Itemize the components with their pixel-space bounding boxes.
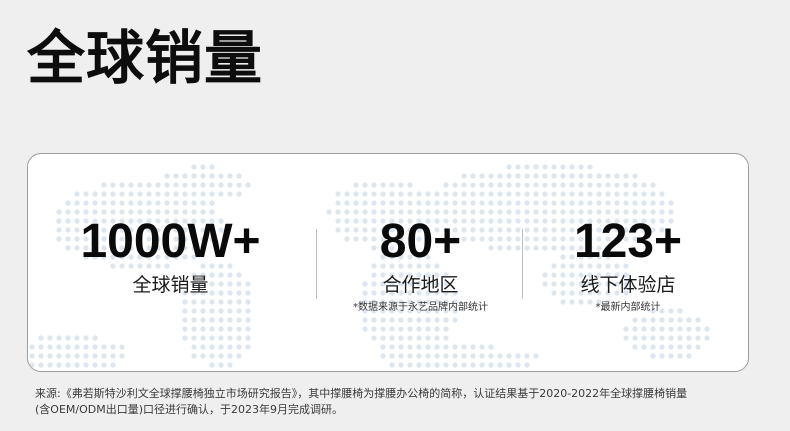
stats-card: 1000W+ 全球销量 80+ 合作地区 *数据来源于永艺品牌内部统计 123+… [27,153,749,372]
page: 全球销量 1000W+ 全球销量 80+ 合作地区 *数据来源于永艺品牌内部统计… [0,0,790,431]
divider [522,229,523,299]
footnote-line: (含OEM/ODM出口量)口径进行确认，于2023年9月完成调研。 [35,403,343,416]
stat-value: 1000W+ [80,215,261,268]
stat-regions: 80+ 合作地区 *数据来源于永艺品牌内部统计 [328,212,513,315]
divider [316,229,317,299]
source-footnote: 来源:《弗若斯特沙利文全球撑腰椅独立市场研究报告》，其中撑腰椅为撑腰办公椅的简称… [35,386,770,418]
stat-global-sales: 1000W+ 全球销量 [68,212,273,297]
stat-stores: 123+ 线下体验店 *最新内部统计 [538,212,718,315]
page-title: 全球销量 [27,24,264,92]
stat-label: 合作地区 [382,274,459,296]
stat-note: *最新内部统计 [595,302,661,313]
stat-note: *数据来源于永艺品牌内部统计 [353,302,488,313]
stat-value: 123+ [573,215,683,268]
footnote-line: 来源:《弗若斯特沙利文全球撑腰椅独立市场研究报告》，其中撑腰椅为撑腰办公椅的简称… [35,387,688,400]
stat-label: 线下体验店 [580,274,676,296]
stat-value: 80+ [379,215,462,268]
stat-label: 全球销量 [132,274,209,296]
